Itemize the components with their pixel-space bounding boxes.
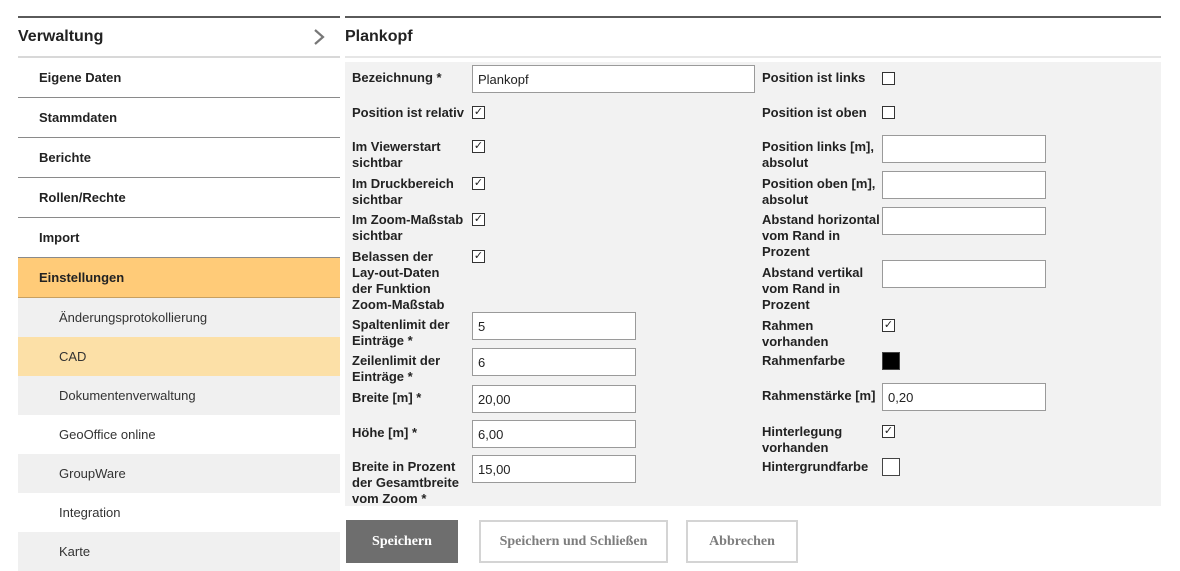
- page-title: Plankopf: [345, 28, 413, 45]
- sidebar-subitem-integration[interactable]: Integration: [18, 493, 340, 532]
- hoehe-label: Höhe [m] *: [352, 425, 417, 440]
- sidebar: Verwaltung Eigene Daten Stammdaten Beric…: [18, 16, 340, 571]
- viewerstart-checkbox[interactable]: ✓: [472, 140, 485, 153]
- zeilenlimit-input[interactable]: [472, 348, 636, 376]
- sidebar-item-stammdaten[interactable]: Stammdaten: [18, 98, 340, 138]
- bezeichnung-label: Bezeichnung *: [352, 70, 442, 85]
- position-links-absolut-input[interactable]: [882, 135, 1046, 163]
- save-and-close-button[interactable]: Speichern und Schließen: [479, 520, 668, 563]
- sidebar-subitem-geooffice-online[interactable]: GeoOffice online: [18, 415, 340, 454]
- hintergrundfarbe-swatch[interactable]: [882, 458, 900, 476]
- breite-prozent-label: Breite in Prozent der Gesamtbreite vom Z…: [352, 459, 459, 506]
- bezeichnung-input[interactable]: [472, 65, 755, 93]
- sidebar-subitem-karte[interactable]: Karte: [18, 532, 340, 571]
- abstand-horizontal-input[interactable]: [882, 207, 1046, 235]
- sidebar-item-einstellungen[interactable]: Einstellungen: [18, 258, 340, 298]
- form-panel: Bezeichnung * Position ist relativ ✓ Im …: [345, 62, 1161, 506]
- position-links-absolut-label: Position links [m], absolut: [762, 139, 874, 170]
- sidebar-item-rollen-rechte[interactable]: Rollen/Rechte: [18, 178, 340, 218]
- chevron-right-icon[interactable]: [308, 26, 330, 48]
- breite-prozent-input[interactable]: [472, 455, 636, 483]
- position-relativ-label: Position ist relativ: [352, 105, 464, 120]
- page-header: Plankopf: [345, 16, 1161, 58]
- zeilenlimit-label: Zeilenlimit der Einträge *: [352, 353, 441, 384]
- hinterlegung-checkbox[interactable]: ✓: [882, 425, 895, 438]
- position-oben-absolut-input[interactable]: [882, 171, 1046, 199]
- viewerstart-label: Im Viewerstart sichtbar: [352, 139, 441, 170]
- cancel-button[interactable]: Abbrechen: [686, 520, 798, 563]
- zoom-massstab-checkbox[interactable]: ✓: [472, 213, 485, 226]
- position-oben-checkbox[interactable]: [882, 106, 895, 119]
- rahmenfarbe-swatch[interactable]: [882, 352, 900, 370]
- position-oben-label: Position ist oben: [762, 105, 867, 120]
- sidebar-subitem-dokumentenverwaltung[interactable]: Dokumentenverwaltung: [18, 376, 340, 415]
- belassen-checkbox[interactable]: ✓: [472, 250, 485, 263]
- rahmen-vorhanden-checkbox[interactable]: ✓: [882, 319, 895, 332]
- position-links-checkbox[interactable]: [882, 72, 895, 85]
- druckbereich-label: Im Druckbereich sichtbar: [352, 176, 454, 207]
- abstand-vertikal-label: Abstand vertikal vom Rand in Prozent: [762, 265, 864, 312]
- sidebar-subitem-aenderungsprotokollierung[interactable]: Änderungsprotokollierung: [18, 298, 340, 337]
- position-oben-absolut-label: Position oben [m], absolut: [762, 176, 876, 207]
- spaltenlimit-label: Spaltenlimit der Einträge *: [352, 317, 450, 348]
- belassen-label: Belassen der Lay-out-Daten der Funktion …: [352, 249, 445, 312]
- sidebar-title: Verwaltung: [18, 28, 104, 45]
- breite-input[interactable]: [472, 385, 636, 413]
- rahmen-vorhanden-label: Rahmen vorhanden: [762, 318, 829, 349]
- main-content: Plankopf Bezeichnung * Position ist rela…: [345, 16, 1161, 506]
- sidebar-item-import[interactable]: Import: [18, 218, 340, 258]
- rahmenstaerke-input[interactable]: [882, 383, 1046, 411]
- sidebar-subitem-cad[interactable]: CAD: [18, 337, 340, 376]
- breite-label: Breite [m] *: [352, 390, 422, 405]
- abstand-horizontal-label: Abstand horizontal vom Rand in Prozent: [762, 212, 880, 259]
- rahmenfarbe-label: Rahmenfarbe: [762, 353, 846, 368]
- hoehe-input[interactable]: [472, 420, 636, 448]
- sidebar-item-eigene-daten[interactable]: Eigene Daten: [18, 58, 340, 98]
- sidebar-header: Verwaltung: [18, 16, 340, 58]
- sidebar-item-berichte[interactable]: Berichte: [18, 138, 340, 178]
- hinterlegung-label: Hinterlegung vorhanden: [762, 424, 843, 455]
- spaltenlimit-input[interactable]: [472, 312, 636, 340]
- position-links-label: Position ist links: [762, 70, 866, 85]
- position-relativ-checkbox[interactable]: ✓: [472, 106, 485, 119]
- hintergrundfarbe-label: Hintergrundfarbe: [762, 459, 869, 474]
- sidebar-subitem-groupware[interactable]: GroupWare: [18, 454, 340, 493]
- zoom-massstab-label: Im Zoom-Maßstab sichtbar: [352, 212, 464, 243]
- save-button[interactable]: Speichern: [346, 520, 458, 563]
- rahmenstaerke-label: Rahmenstärke [m]: [762, 388, 876, 403]
- abstand-vertikal-input[interactable]: [882, 260, 1046, 288]
- druckbereich-checkbox[interactable]: ✓: [472, 177, 485, 190]
